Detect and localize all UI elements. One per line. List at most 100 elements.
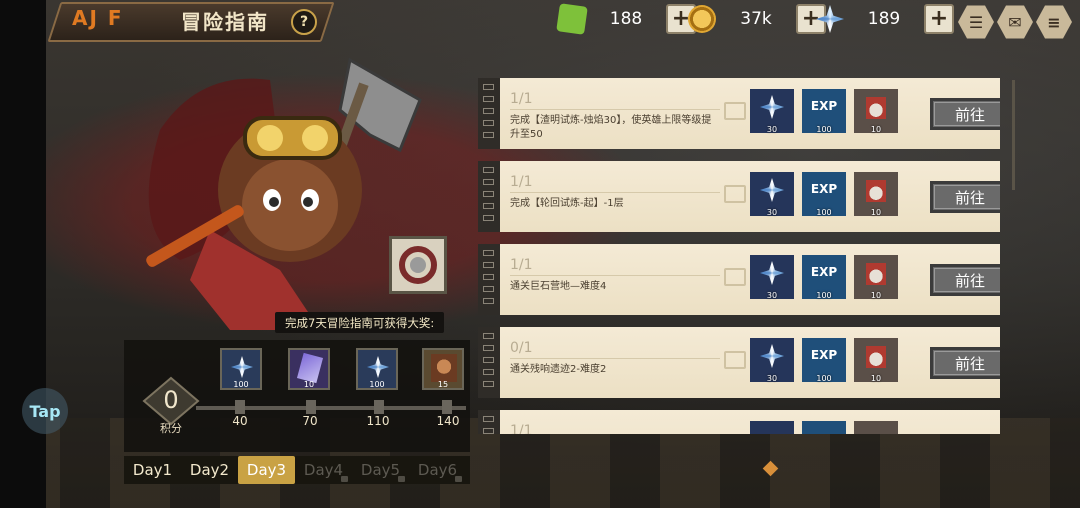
task-list[interactable]: 1/1 完成【渣明试炼-烛焰30】，使英雄上限等级提升至50 30 EXP 10… xyxy=(478,78,1000,434)
chat-button[interactable]: ☰ xyxy=(958,5,994,39)
task-card: 1/1 完成【轮回试炼-起】-1层 30 EXP 100 10 前往 xyxy=(500,161,1000,232)
menu-list-icon: ≡ xyxy=(1047,12,1061,32)
go-button[interactable]: 前往 xyxy=(930,98,1000,130)
milestone-notch xyxy=(235,400,245,414)
exp-icon: EXP xyxy=(810,265,838,279)
hero-pupil-left xyxy=(269,197,279,207)
medal-icon xyxy=(866,263,886,285)
crystal-icon xyxy=(231,356,253,378)
crystal-icon xyxy=(816,5,844,33)
milestone-count: 100 xyxy=(369,380,385,389)
tab-day1[interactable]: Day1 xyxy=(124,456,181,484)
reward-item[interactable]: 30 xyxy=(750,255,794,300)
task-description: 通关残响遗迹2-难度2 xyxy=(510,364,607,375)
hero-pupil-right xyxy=(303,197,313,207)
spiral-deco-icon xyxy=(724,102,746,120)
crystal-icon xyxy=(760,178,784,202)
task-divider xyxy=(510,358,720,359)
reward-count: 100 xyxy=(816,125,832,134)
reward-item[interactable]: EXP 100 xyxy=(802,172,846,217)
task-row: 1/1 完成【轮回试炼-起】-1层 30 EXP 100 10 前往 xyxy=(478,161,1000,232)
tab-day6[interactable]: Day6 xyxy=(409,456,466,484)
task-card: 1/1 通关巨石营地—难度4 30 EXP 100 10 前往 xyxy=(500,244,1000,315)
task-list-scrollbar[interactable] xyxy=(1012,80,1015,190)
reward-item[interactable]: EXP 100 xyxy=(802,338,846,383)
help-button[interactable]: ? xyxy=(291,9,317,35)
tab-label: Day3 xyxy=(246,461,287,479)
reward-count: 10 xyxy=(870,208,882,217)
reward-item[interactable]: 30 xyxy=(750,172,794,217)
reward-item[interactable]: 10 xyxy=(854,255,898,300)
task-side-strip xyxy=(478,327,500,398)
task-divider xyxy=(510,192,720,193)
reward-item[interactable]: EXP 100 xyxy=(802,255,846,300)
milestone-points: 140 xyxy=(436,414,460,428)
task-side-strip xyxy=(478,410,500,434)
reward-item[interactable] xyxy=(750,421,794,434)
tap-button[interactable]: Tap xyxy=(22,388,68,434)
milestone-reward[interactable]: 100 xyxy=(220,348,262,390)
gear-bracelet-icon xyxy=(399,246,437,284)
currency-gold: 37k + xyxy=(688,4,826,34)
tab-day3[interactable]: Day3 xyxy=(238,456,295,484)
reward-item[interactable]: 30 xyxy=(750,338,794,383)
reward-item[interactable] xyxy=(854,421,898,434)
reward-item[interactable]: 10 xyxy=(854,89,898,134)
task-progress: 1/1 xyxy=(510,423,533,434)
spiral-deco-icon xyxy=(724,351,746,369)
hero-goggle-lens-left xyxy=(257,125,283,151)
reward-count: 30 xyxy=(766,125,778,134)
milestone-reward[interactable]: 10 xyxy=(288,348,330,390)
question-icon: ? xyxy=(299,14,309,30)
score-reward-panel: 0 积分 100 10 100 15 40 70 110 140 xyxy=(124,340,470,452)
page-title: 冒险指南 xyxy=(181,10,269,34)
menu-button[interactable]: ≡ xyxy=(1036,5,1072,39)
milestone-notch xyxy=(374,400,384,414)
tab-day5[interactable]: Day5 xyxy=(352,456,409,484)
go-button[interactable]: 前往 xyxy=(930,181,1000,213)
reward-count: 30 xyxy=(766,374,778,383)
milestone-count: 100 xyxy=(233,380,249,389)
tab-label: Day2 xyxy=(189,461,230,479)
reward-count: 30 xyxy=(766,291,778,300)
currency-cubes-value: 188 xyxy=(609,9,643,29)
mail-icon: ✉ xyxy=(1008,12,1022,32)
grand-prize-item[interactable] xyxy=(389,236,447,294)
reward-count: 100 xyxy=(816,208,832,217)
go-button[interactable]: 前往 xyxy=(930,264,1000,296)
task-card: 1/1 xyxy=(500,410,1000,434)
go-button[interactable]: 前往 xyxy=(930,347,1000,379)
reward-item[interactable]: 10 xyxy=(854,172,898,217)
medal-icon xyxy=(866,180,886,202)
task-description: 完成【渣明试炼-烛焰30】，使英雄上限等级提升至50 xyxy=(510,115,712,140)
reward-count: 10 xyxy=(870,374,882,383)
reward-count: 10 xyxy=(870,291,882,300)
reward-count: 100 xyxy=(816,291,832,300)
reward-item[interactable]: EXP 100 xyxy=(802,89,846,134)
milestone-reward[interactable]: 100 xyxy=(356,348,398,390)
medal-icon xyxy=(866,346,886,368)
tab-day4[interactable]: Day4 xyxy=(295,456,352,484)
task-description: 通关巨石营地—难度4 xyxy=(510,281,607,292)
milestone-reward[interactable]: 15 xyxy=(422,348,464,390)
reward-item[interactable] xyxy=(802,421,846,434)
currency-gold-value: 37k xyxy=(740,9,772,29)
day-tabs: Day1 Day2 Day3 Day4 Day5 Day6 xyxy=(124,456,470,484)
score-label: 积分 xyxy=(160,422,182,435)
reward-item[interactable]: 10 xyxy=(854,338,898,383)
hero-face xyxy=(242,159,338,251)
task-row: 0/1 通关残响遗迹2-难度2 30 EXP 100 10 前往 xyxy=(478,327,1000,398)
task-row: 1/1 xyxy=(478,410,1000,434)
tab-label: Day5 xyxy=(360,461,401,479)
milestone-points: 110 xyxy=(366,414,390,428)
tab-day2[interactable]: Day2 xyxy=(181,456,238,484)
exp-icon: EXP xyxy=(810,182,838,196)
exp-icon: EXP xyxy=(810,99,838,113)
task-progress: 0/1 xyxy=(510,340,533,356)
currency-crystal-value: 189 xyxy=(867,9,901,29)
mail-button[interactable]: ✉ xyxy=(997,5,1033,39)
reward-item[interactable]: 30 xyxy=(750,89,794,134)
tab-label: Day6 xyxy=(417,461,458,479)
add-crystal-button[interactable]: + xyxy=(924,4,954,34)
lock-icon xyxy=(398,476,405,482)
